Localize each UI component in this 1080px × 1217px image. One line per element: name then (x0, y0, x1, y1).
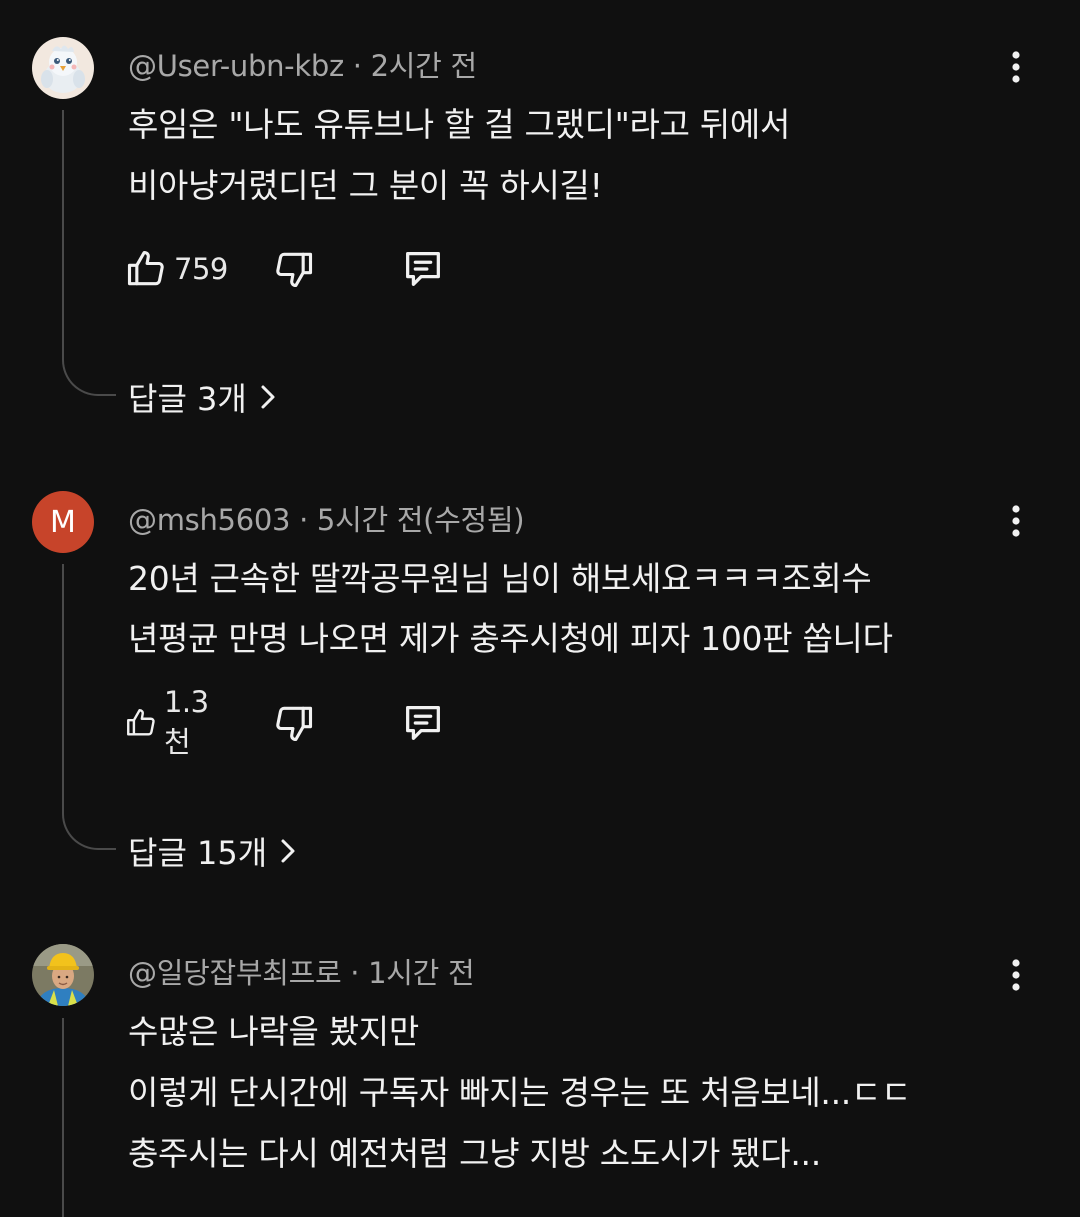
comment-text-line: 후임은 "나도 유튜브나 할 걸 그랬디"라고 뒤에서 (128, 105, 791, 144)
thumbs-down-icon (276, 706, 313, 742)
comment-meta: @일당잡부최프로 · 1시간 전 (128, 950, 475, 992)
replies-label: 답글 3개 (128, 380, 247, 418)
avatar[interactable] (32, 944, 94, 1006)
more-vertical-icon (1012, 51, 1020, 83)
thread-line (62, 1018, 64, 1217)
view-replies-button[interactable]: 답글 15개 (128, 828, 297, 874)
comment-text-line: 비아냥거렸디던 그 분이 꼭 하시길! (128, 166, 603, 205)
reply-button[interactable] (400, 697, 446, 749)
thumbs-down-icon (276, 252, 313, 288)
comment-menu-button[interactable] (998, 45, 1034, 89)
dislike-button[interactable] (272, 697, 316, 749)
comment-text-line: 이렇게 단시간에 구독자 빠지는 경우는 또 처음보네...ㄷㄷ (128, 1073, 912, 1112)
avatar-letter: M (50, 504, 76, 540)
more-vertical-icon (1012, 959, 1020, 991)
like-count: 759 (174, 252, 228, 286)
thumbs-up-icon (127, 709, 155, 736)
comment-menu-button[interactable] (998, 499, 1034, 543)
reply-comment-icon (406, 706, 440, 740)
replies-label: 답글 15개 (128, 834, 268, 872)
avatar[interactable]: M (32, 491, 94, 553)
like-button[interactable]: 1.3천 (124, 685, 219, 759)
avatar[interactable] (32, 37, 94, 99)
thread-line (62, 110, 64, 360)
author-name[interactable]: @User-ubn-kbz (128, 49, 344, 83)
thread-connector (62, 358, 116, 396)
comment-time: · 5시간 전(수정됨) (299, 503, 525, 537)
dislike-button[interactable] (272, 243, 316, 295)
chevron-right-icon (281, 839, 295, 863)
comment-text-line: 수많은 나락을 봤지만 (128, 1012, 419, 1051)
like-count: 1.3천 (163, 685, 209, 759)
comment-meta: @msh5603 · 5시간 전(수정됨) (128, 497, 525, 539)
thumbs-up-icon (127, 250, 164, 286)
comment-text-line: 20년 근속한 딸깍공무원님 님이 해보세요ㅋㅋㅋ조회수 (128, 559, 872, 598)
comment-meta: @User-ubn-kbz · 2시간 전 (128, 43, 477, 85)
chevron-right-icon (261, 385, 275, 409)
author-name[interactable]: @일당잡부최프로 (128, 956, 342, 990)
comment-menu-button[interactable] (998, 953, 1034, 997)
like-button[interactable]: 759 (124, 243, 228, 295)
more-vertical-icon (1012, 505, 1020, 537)
comment-time: · 2시간 전 (352, 49, 477, 83)
author-name[interactable]: @msh5603 (128, 503, 290, 537)
thread-connector (62, 812, 116, 850)
comment-text-line: 충주시는 다시 예전처럼 그냥 지방 소도시가 됐다... (128, 1134, 821, 1173)
reply-comment-icon (406, 252, 440, 286)
comment-text-line: 년평균 만명 나오면 제가 충주시청에 피자 100판 쏩니다 (128, 619, 893, 658)
thread-line (62, 564, 64, 814)
comment-time: · 1시간 전 (350, 956, 475, 990)
view-replies-button[interactable]: 답글 3개 (128, 374, 277, 420)
reply-button[interactable] (400, 243, 446, 295)
